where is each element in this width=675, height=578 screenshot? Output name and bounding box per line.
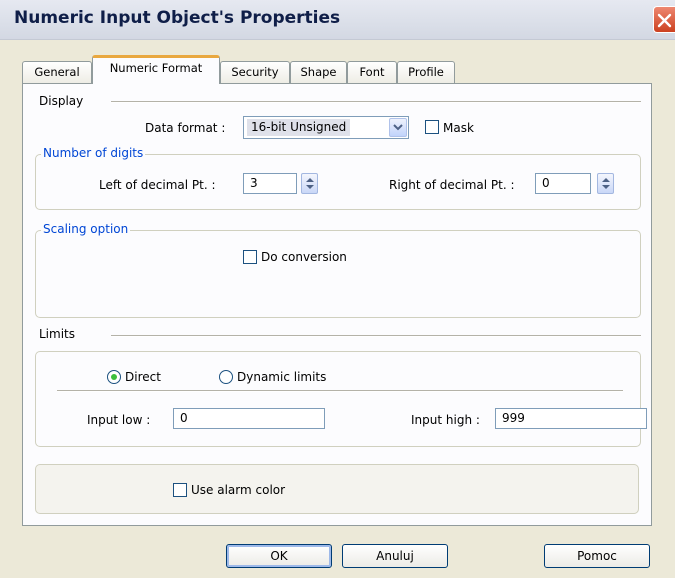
input-low-field[interactable]: 0 — [173, 408, 325, 429]
scaling-option-title: Scaling option — [41, 222, 131, 236]
tab-label: General — [34, 65, 80, 79]
left-decimal-label: Left of decimal Pt. : — [99, 178, 216, 192]
title-bar: Numeric Input Object's Properties — [0, 0, 675, 40]
mask-checkbox[interactable] — [425, 120, 439, 134]
right-decimal-label: Right of decimal Pt. : — [389, 178, 515, 192]
mask-label: Mask — [443, 121, 474, 135]
alarm-color-group — [35, 464, 639, 514]
spinner-arrows-icon — [602, 178, 610, 189]
numeric-format-panel: Display Data format : 16-bit Unsigned Ma… — [22, 83, 652, 526]
number-of-digits-title: Number of digits — [41, 146, 146, 160]
tab-profile[interactable]: Profile — [397, 61, 455, 83]
display-section-label: Display — [39, 94, 84, 108]
input-high-field[interactable]: 999 — [495, 408, 647, 429]
tab-shape[interactable]: Shape — [290, 61, 347, 83]
use-alarm-color-checkbox[interactable] — [173, 483, 187, 497]
dynamic-limits-radio[interactable] — [219, 370, 233, 384]
data-format-label: Data format : — [145, 121, 226, 135]
tab-font[interactable]: Font — [347, 61, 397, 83]
limits-group — [35, 351, 641, 447]
limits-inner-separator — [57, 390, 623, 392]
tab-security[interactable]: Security — [220, 61, 290, 83]
ok-button[interactable]: OK — [226, 544, 332, 568]
cancel-button[interactable]: Anuluj — [342, 544, 448, 568]
tab-label: Font — [359, 65, 385, 79]
window-title: Numeric Input Object's Properties — [14, 8, 341, 28]
help-button[interactable]: Pomoc — [544, 544, 650, 568]
right-decimal-spinner[interactable] — [597, 173, 614, 194]
do-conversion-label: Do conversion — [261, 250, 347, 264]
data-format-value: 16-bit Unsigned — [247, 119, 351, 136]
data-format-dropdown-button[interactable] — [389, 118, 407, 137]
dynamic-limits-label: Dynamic limits — [237, 370, 327, 384]
close-button[interactable] — [653, 6, 675, 33]
limits-section-label: Limits — [39, 327, 75, 341]
tab-general[interactable]: General — [22, 61, 92, 83]
input-high-label: Input high : — [411, 413, 480, 427]
tab-label: Shape — [300, 65, 337, 79]
close-icon — [657, 13, 672, 28]
chevron-down-icon — [393, 124, 403, 131]
data-format-select[interactable]: 16-bit Unsigned — [243, 116, 409, 139]
spinner-arrows-icon — [306, 178, 314, 189]
right-decimal-input[interactable]: 0 — [535, 173, 591, 194]
scaling-option-group — [35, 230, 641, 318]
direct-radio[interactable] — [107, 370, 121, 384]
limits-separator — [111, 335, 641, 337]
do-conversion-checkbox[interactable] — [243, 250, 257, 264]
display-separator — [111, 101, 641, 103]
tab-label: Numeric Format — [109, 61, 203, 75]
use-alarm-color-label: Use alarm color — [191, 483, 286, 497]
input-low-label: Input low : — [87, 413, 151, 427]
direct-label: Direct — [125, 370, 161, 384]
dialog-body: General Numeric Format Security Shape Fo… — [0, 40, 675, 578]
left-decimal-input[interactable]: 3 — [243, 173, 297, 194]
tab-numeric-format[interactable]: Numeric Format — [92, 55, 220, 84]
tab-label: Security — [231, 65, 279, 79]
tab-label: Profile — [408, 65, 444, 79]
left-decimal-spinner[interactable] — [301, 173, 318, 194]
